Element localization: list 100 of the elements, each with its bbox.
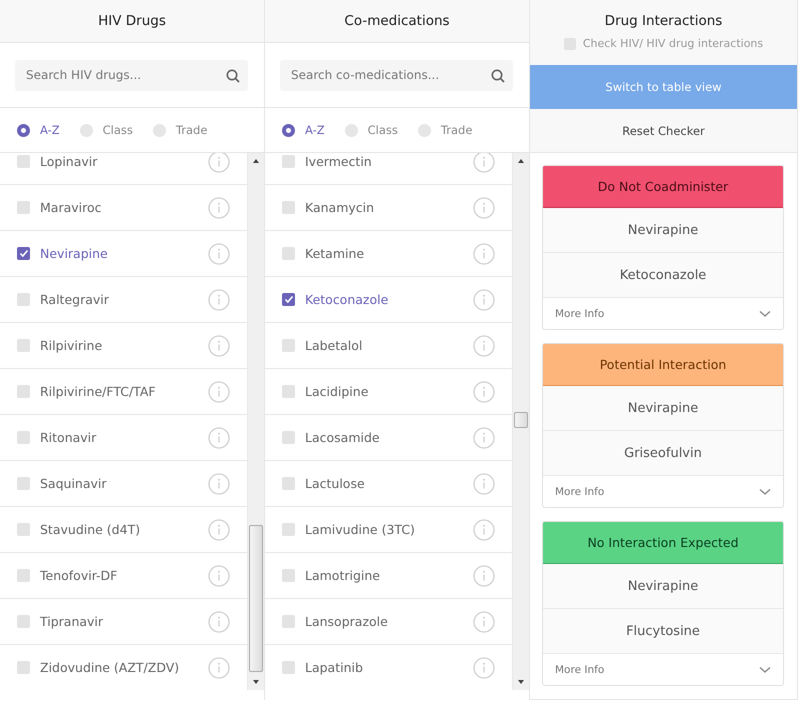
drug-name[interactable]: Lansoprazole — [305, 614, 473, 629]
drug-name[interactable]: Rilpivirine/FTC/TAF — [40, 384, 208, 399]
drug-name[interactable]: Lapatinib — [305, 660, 473, 675]
search-icon[interactable] — [226, 68, 240, 82]
drug-name[interactable]: Lamotrigine — [305, 568, 473, 583]
checkbox[interactable] — [282, 615, 295, 628]
checkbox[interactable] — [282, 523, 295, 536]
checkbox[interactable] — [282, 569, 295, 582]
column-title: HIV Drugs — [98, 13, 166, 29]
info-icon[interactable] — [473, 288, 495, 310]
info-icon[interactable] — [208, 153, 230, 172]
severity-header: No Interaction Expected — [543, 522, 783, 564]
drug-name[interactable]: Lamivudine (3TC) — [305, 522, 473, 537]
drug-name[interactable]: Ritonavir — [40, 430, 208, 445]
drug-name[interactable]: Tipranavir — [40, 614, 208, 629]
drug-name[interactable]: Ketamine — [305, 246, 473, 261]
scrollbar[interactable] — [512, 153, 529, 690]
checkbox[interactable] — [17, 385, 30, 398]
checkbox[interactable] — [282, 431, 295, 444]
checkbox[interactable] — [282, 339, 295, 352]
drug-name[interactable]: Lacidipine — [305, 384, 473, 399]
info-icon[interactable] — [208, 610, 230, 632]
checkbox[interactable] — [17, 615, 30, 628]
info-icon[interactable] — [473, 472, 495, 494]
checkbox[interactable] — [17, 569, 30, 582]
drug-name[interactable]: Tenofovir-DF — [40, 568, 208, 583]
column-title: Co-medications — [344, 13, 450, 29]
info-icon[interactable] — [473, 610, 495, 632]
info-icon[interactable] — [473, 518, 495, 540]
checkbox[interactable] — [17, 477, 30, 490]
search-field[interactable]: Search HIV drugs... — [15, 60, 248, 90]
drug-name[interactable]: Raltegravir — [40, 292, 208, 307]
info-icon[interactable] — [208, 564, 230, 586]
drug-name[interactable]: Lopinavir — [40, 154, 208, 169]
search-icon[interactable] — [491, 68, 505, 82]
drug-name[interactable]: Nevirapine — [40, 246, 208, 261]
search-field[interactable]: Search co-medications... — [280, 60, 513, 90]
severity-header: Do Not Coadminister — [543, 166, 783, 208]
info-icon[interactable] — [208, 242, 230, 264]
more-info-toggle[interactable]: More Info — [543, 298, 783, 329]
info-icon[interactable] — [473, 426, 495, 448]
info-icon[interactable] — [208, 288, 230, 310]
reset-button[interactable]: Reset Checker — [530, 109, 797, 153]
drug-name[interactable]: Ketoconazole — [305, 292, 473, 307]
drug-name[interactable]: Maraviroc — [40, 200, 208, 215]
checkbox[interactable] — [17, 201, 30, 214]
checkbox[interactable] — [17, 339, 30, 352]
drug-name: Griseofulvin — [624, 446, 702, 460]
sort-radio[interactable]: Trade — [152, 123, 208, 137]
info-icon[interactable] — [473, 380, 495, 402]
sort-radio[interactable]: A-Z — [17, 123, 60, 137]
drug-name[interactable]: Lacosamide — [305, 430, 473, 445]
checkbox[interactable] — [282, 385, 295, 398]
info-icon[interactable] — [208, 426, 230, 448]
drug-name[interactable]: Rilpivirine — [40, 338, 208, 353]
checkbox[interactable] — [282, 155, 295, 168]
drug-name: Ketoconazole — [620, 268, 706, 282]
sort-radio[interactable]: Class — [344, 123, 398, 137]
checkbox[interactable] — [17, 523, 30, 536]
checkbox[interactable] — [17, 155, 30, 168]
drug-name: Nevirapine — [628, 222, 698, 238]
sort-radio[interactable]: A-Z — [282, 123, 325, 137]
info-icon[interactable] — [473, 196, 495, 218]
drug-name[interactable]: Lactulose — [305, 476, 473, 491]
checkbox[interactable] — [282, 247, 295, 260]
info-icon[interactable] — [208, 334, 230, 356]
info-icon[interactable] — [208, 196, 230, 218]
info-icon[interactable] — [208, 472, 230, 494]
column-title: Drug Interactions — [604, 13, 722, 29]
info-icon[interactable] — [208, 518, 230, 540]
drug-name[interactable]: Saquinavir — [40, 476, 208, 491]
sort-radio[interactable]: Class — [80, 123, 133, 137]
checkbox[interactable] — [17, 661, 30, 674]
checkbox[interactable] — [17, 431, 30, 444]
info-icon[interactable] — [208, 656, 230, 678]
more-info-toggle[interactable]: More Info — [543, 654, 783, 685]
sort-radio[interactable]: Trade — [418, 123, 472, 137]
info-icon[interactable] — [473, 242, 495, 264]
drug-name[interactable]: Stavudine (d4T) — [40, 522, 208, 537]
chevron-icon — [759, 488, 771, 496]
checkbox[interactable] — [282, 661, 295, 674]
scrollbar[interactable] — [247, 153, 264, 690]
info-icon[interactable] — [473, 334, 495, 356]
chevron-icon — [759, 310, 771, 318]
drug-name[interactable]: Kanamycin — [305, 200, 473, 215]
info-icon[interactable] — [473, 153, 495, 172]
checkbox[interactable] — [17, 293, 30, 306]
info-icon[interactable] — [473, 564, 495, 586]
drug-name[interactable]: Ivermectin — [305, 154, 473, 169]
checkbox[interactable] — [282, 477, 295, 490]
checkbox[interactable] — [282, 293, 295, 306]
drug-name: Flucytosine — [626, 624, 700, 638]
info-icon[interactable] — [208, 380, 230, 402]
drug-name[interactable]: Zidovudine (AZT/ZDV) — [40, 660, 208, 675]
checkbox[interactable] — [17, 247, 30, 260]
more-info-toggle[interactable]: More Info — [543, 476, 783, 507]
info-icon[interactable] — [473, 656, 495, 678]
drug-name[interactable]: Labetalol — [305, 338, 473, 353]
severity-header: Potential Interaction — [543, 344, 783, 386]
checkbox[interactable] — [282, 201, 295, 214]
